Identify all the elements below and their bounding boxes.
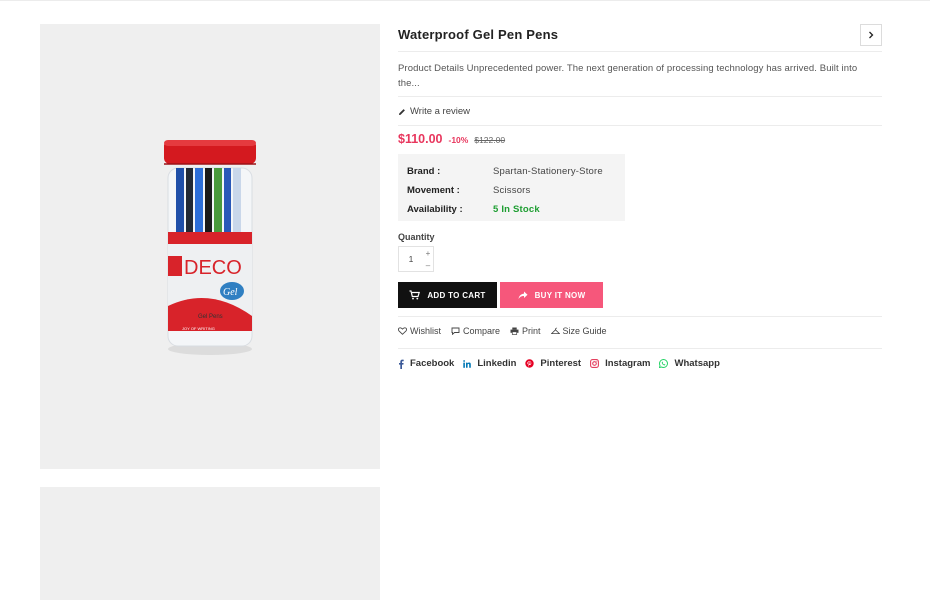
spec-key: Movement : xyxy=(407,185,460,196)
hanger-icon xyxy=(550,327,560,334)
product-image-main[interactable]: DECO Gel Gel Pens JOY OF WRITING xyxy=(40,24,380,469)
pinterest-share[interactable]: Pinterest xyxy=(525,358,581,369)
write-review-label: Write a review xyxy=(410,106,471,117)
compare-icon xyxy=(451,327,460,335)
top-border xyxy=(0,0,930,1)
svg-text:JOY OF WRITING: JOY OF WRITING xyxy=(182,326,215,331)
social-share: Facebook Linkedin Pinterest Instagram Wh… xyxy=(398,358,729,369)
spec-row-availability: Availability : 5 In Stock xyxy=(407,200,616,219)
whatsapp-share[interactable]: Whatsapp xyxy=(659,358,720,369)
old-price: $122.00 xyxy=(474,135,506,145)
linkedin-icon xyxy=(463,359,472,368)
product-title: Waterproof Gel Pen Pens xyxy=(398,27,559,42)
buy-now-label: BUY IT NOW xyxy=(534,290,586,300)
product-description: Product Details Unprecedented power. The… xyxy=(398,63,858,89)
divider xyxy=(398,96,882,97)
divider xyxy=(398,125,882,126)
add-to-cart-button[interactable]: ADD TO CART xyxy=(398,282,497,308)
price-row: $110.00 -10% $122.00 xyxy=(398,132,505,146)
cart-icon xyxy=(409,290,421,300)
next-product-button[interactable] xyxy=(860,24,882,46)
pinterest-label: Pinterest xyxy=(540,358,582,369)
quantity-stepper: 1 + – xyxy=(398,246,434,272)
spec-key: Availability : xyxy=(407,204,463,215)
print-label: Print xyxy=(522,326,541,336)
facebook-icon xyxy=(399,359,404,369)
product-image-thumbnail[interactable] xyxy=(40,487,380,600)
wishlist-link[interactable]: Wishlist xyxy=(398,326,441,336)
linkedin-label: Linkedin xyxy=(477,358,517,369)
discount-badge: -10% xyxy=(448,135,469,145)
printer-icon xyxy=(510,327,519,335)
compare-link[interactable]: Compare xyxy=(451,326,500,336)
spec-value: Scissors xyxy=(493,185,531,196)
linkedin-share[interactable]: Linkedin xyxy=(463,358,516,369)
chevron-right-icon xyxy=(869,31,874,39)
size-guide-link[interactable]: Size Guide xyxy=(550,326,607,336)
current-price: $110.00 xyxy=(398,132,443,146)
instagram-icon xyxy=(590,359,600,368)
pinterest-icon xyxy=(525,359,535,368)
divider xyxy=(398,51,882,52)
whatsapp-label: Whatsapp xyxy=(674,358,720,369)
specs-table: Brand : Spartan-Stationery-Store Movemen… xyxy=(398,154,625,221)
svg-text:DECO: DECO xyxy=(184,257,242,279)
write-review-link[interactable]: Write a review xyxy=(398,106,470,117)
quantity-increase-button[interactable]: + xyxy=(423,247,433,259)
divider xyxy=(398,348,882,349)
add-to-cart-label: ADD TO CART xyxy=(427,290,486,300)
wishlist-label: Wishlist xyxy=(410,326,441,336)
divider xyxy=(398,316,882,317)
stock-status: 5 In Stock xyxy=(493,204,540,215)
share-arrow-icon xyxy=(518,291,528,299)
spec-row-movement: Movement : Scissors xyxy=(407,181,616,200)
facebook-share[interactable]: Facebook xyxy=(398,358,454,369)
whatsapp-icon xyxy=(659,359,669,368)
quantity-input[interactable]: 1 xyxy=(399,247,423,271)
print-link[interactable]: Print xyxy=(510,326,541,336)
compare-label: Compare xyxy=(463,326,501,336)
quantity-decrease-button[interactable]: – xyxy=(423,259,433,271)
spec-row-brand: Brand : Spartan-Stationery-Store xyxy=(407,162,616,181)
svg-text:Gel Pens: Gel Pens xyxy=(198,314,223,320)
heart-icon xyxy=(398,327,407,335)
buy-now-button[interactable]: BUY IT NOW xyxy=(500,282,603,308)
facebook-label: Facebook xyxy=(410,358,455,369)
instagram-label: Instagram xyxy=(605,358,651,369)
pencil-icon xyxy=(399,108,405,115)
size-guide-label: Size Guide xyxy=(562,326,607,336)
quantity-label: Quantity xyxy=(398,232,435,242)
svg-text:Gel: Gel xyxy=(223,287,238,298)
product-actions: Wishlist Compare Print Size Guide xyxy=(398,326,617,336)
spec-key: Brand : xyxy=(407,166,441,177)
pen-jar-image: DECO Gel Gel Pens JOY OF WRITING xyxy=(164,140,256,355)
spec-value: Spartan-Stationery-Store xyxy=(493,166,603,177)
instagram-share[interactable]: Instagram xyxy=(590,358,650,369)
